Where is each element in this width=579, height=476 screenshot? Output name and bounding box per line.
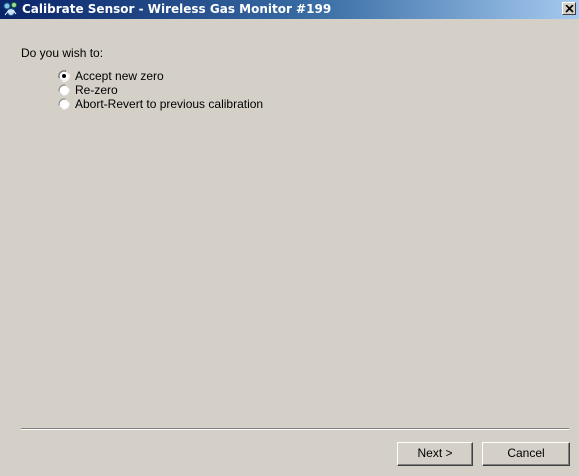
next-button[interactable]: Next >	[397, 442, 473, 466]
option-label: Accept new zero	[75, 69, 164, 83]
calibration-options-group: Accept new zero Re-zero Abort-Revert to …	[58, 69, 263, 111]
footer-separator	[21, 428, 569, 430]
option-abort-revert[interactable]: Abort-Revert to previous calibration	[58, 97, 263, 111]
option-label: Re-zero	[75, 83, 118, 97]
close-button[interactable]	[562, 2, 576, 15]
close-icon	[565, 5, 574, 13]
option-accept-new-zero[interactable]: Accept new zero	[58, 69, 263, 83]
cancel-button[interactable]: Cancel	[482, 442, 570, 466]
option-label: Abort-Revert to previous calibration	[75, 97, 264, 111]
radio-unselected-icon[interactable]	[58, 98, 70, 110]
sensor-app-icon	[2, 1, 20, 18]
prompt-label: Do you wish to:	[21, 46, 104, 60]
option-re-zero[interactable]: Re-zero	[58, 83, 263, 97]
calibrate-sensor-dialog: Calibrate Sensor - Wireless Gas Monitor …	[0, 0, 579, 476]
radio-selected-icon[interactable]	[58, 70, 70, 82]
title-bar[interactable]: Calibrate Sensor - Wireless Gas Monitor …	[0, 0, 579, 19]
window-title: Calibrate Sensor - Wireless Gas Monitor …	[22, 2, 332, 16]
radio-unselected-icon[interactable]	[58, 84, 70, 96]
